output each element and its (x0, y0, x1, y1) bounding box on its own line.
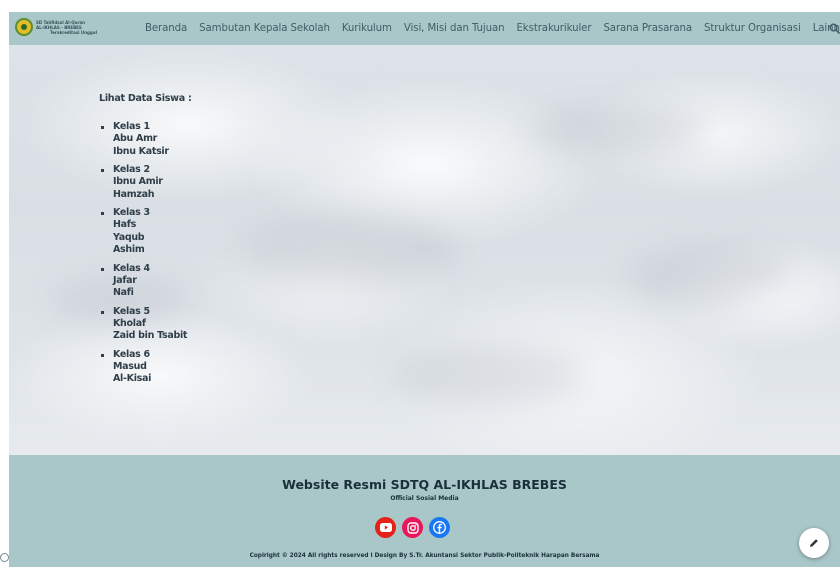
class-name[interactable]: Kelas 6 (113, 349, 192, 361)
student-name[interactable]: Jafar (113, 275, 192, 288)
facebook-link[interactable] (429, 517, 450, 538)
class-name[interactable]: Kelas 2 (113, 164, 192, 176)
class-name[interactable]: Kelas 5 (113, 306, 192, 318)
student-name[interactable]: Hamzah (113, 189, 192, 202)
facebook-icon (433, 521, 446, 534)
nav-item-struktur-organisasi[interactable]: Struktur Organisasi (704, 23, 801, 34)
instagram-icon (406, 521, 419, 534)
class-list-item: Kelas 4 Jafar Nafi (99, 263, 192, 300)
nav-item-sarana-prasarana[interactable]: Sarana Prasarana (603, 23, 692, 34)
nav-item-beranda[interactable]: Beranda (145, 23, 187, 34)
search-icon[interactable] (829, 23, 840, 34)
nav-item-visi-misi-dan-tujuan[interactable]: Visi, Misi dan Tujuan (404, 23, 505, 34)
school-emblem-icon (15, 18, 33, 36)
student-name[interactable]: Ashim (113, 244, 192, 257)
site-footer: Website Resmi SDTQ AL-IKHLAS BREBES Offi… (9, 455, 840, 567)
class-name[interactable]: Kelas 4 (113, 263, 192, 275)
student-name[interactable]: Hafs (113, 219, 192, 232)
student-name[interactable]: Kholaf (113, 318, 192, 331)
edit-button[interactable] (799, 528, 829, 558)
class-name[interactable]: Kelas 1 (113, 121, 192, 133)
youtube-icon (379, 523, 392, 532)
youtube-link[interactable] (375, 517, 396, 538)
page-frame: SD Tahfidzul Al-Quran AL-IKHLAS - BREBES… (9, 12, 840, 567)
logo-text: SD Tahfidzul Al-Quran AL-IKHLAS - BREBES… (36, 20, 97, 35)
student-name[interactable]: Ibnu Katsir (113, 146, 192, 159)
student-name[interactable]: Ibnu Amir (113, 176, 192, 189)
student-name[interactable]: Yaqub (113, 232, 192, 245)
copyright-text: Copiright © 2024 All rights reserved l D… (249, 553, 600, 559)
footer-subtitle: Official Sosial Media (390, 495, 459, 502)
class-list: Kelas 1 Abu Amr Ibnu Katsir Kelas 2 Ibnu Ami… (99, 121, 192, 386)
student-name[interactable]: Abu Amr (113, 133, 192, 146)
student-name[interactable]: Al-Kisai (113, 373, 192, 386)
nav-item-ekstrakurikuler[interactable]: Ekstrakurikuler (516, 23, 591, 34)
site-logo[interactable]: SD Tahfidzul Al-Quran AL-IKHLAS - BREBES… (15, 18, 97, 36)
main-nav: Beranda Sambutan Kepala Sekolah Kurikulum V… (145, 12, 840, 45)
nav-item-sambutan-kepala-sekolah[interactable]: Sambutan Kepala Sekolah (199, 23, 330, 34)
hero-cloud-background: Lihat Data Siswa : Kelas 1 Abu Amr Ibnu Ka… (9, 45, 840, 455)
nav-item-kurikulum[interactable]: Kurikulum (342, 23, 392, 34)
class-list-item: Kelas 2 Ibnu Amir Hamzah (99, 164, 192, 201)
logo-line-3: Terakreditasi Unggul (50, 29, 97, 35)
instagram-link[interactable] (402, 517, 423, 538)
class-list-item: Kelas 1 Abu Amr Ibnu Katsir (99, 121, 192, 158)
student-data-section: Lihat Data Siswa : Kelas 1 Abu Amr Ibnu Ka… (99, 93, 192, 392)
class-list-item: Kelas 3 Hafs Yaqub Ashim (99, 207, 192, 257)
student-name[interactable]: Nafi (113, 287, 192, 300)
social-links (375, 517, 456, 538)
class-list-item: Kelas 5 Kholaf Zaid bin Tsabit (99, 306, 192, 343)
class-name[interactable]: Kelas 3 (113, 207, 192, 219)
footer-title: Website Resmi SDTQ AL-IKHLAS BREBES (282, 477, 567, 492)
student-name[interactable]: Masud (113, 361, 192, 374)
site-header: SD Tahfidzul Al-Quran AL-IKHLAS - BREBES… (9, 12, 840, 45)
student-data-heading: Lihat Data Siswa : (99, 93, 192, 104)
student-name[interactable]: Zaid bin Tsabit (113, 330, 192, 343)
class-list-item: Kelas 6 Masud Al-Kisai (99, 349, 192, 386)
info-icon[interactable] (0, 553, 9, 562)
pencil-icon (810, 539, 818, 547)
